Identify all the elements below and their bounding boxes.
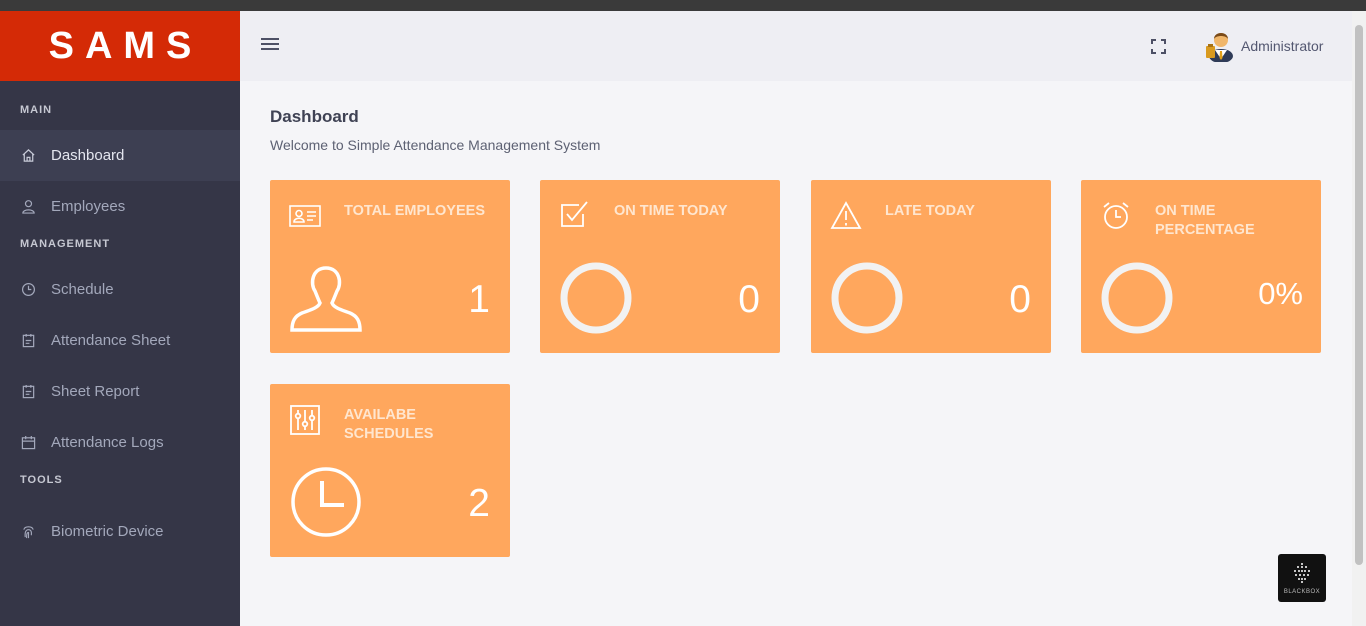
- sidebar-item-label: Attendance Logs: [51, 434, 164, 451]
- menu-toggle-icon[interactable]: [261, 38, 279, 54]
- user-menu[interactable]: Administrator: [1206, 28, 1323, 64]
- section-management: MANAGEMENT: [20, 238, 111, 250]
- app: SAMS MAIN Dashboard Employees MANAGEMENT…: [0, 11, 1352, 626]
- brand-logo[interactable]: SAMS: [0, 11, 240, 81]
- card-value: 1: [468, 278, 490, 321]
- sidebar-item-label: Schedule: [51, 281, 114, 298]
- id-card-icon: [289, 200, 321, 232]
- section-tools: TOOLS: [20, 474, 63, 486]
- sidebar: SAMS MAIN Dashboard Employees MANAGEMENT…: [0, 11, 240, 626]
- clock-icon: [20, 282, 36, 298]
- card-total-employees[interactable]: TOTAL EMPLOYEES 1: [270, 180, 510, 353]
- card-value: 0: [738, 278, 760, 321]
- fingerprint-icon: [20, 524, 36, 540]
- sidebar-item-attendance-sheet[interactable]: Attendance Sheet: [0, 315, 240, 366]
- card-label: TOTAL EMPLOYEES: [344, 203, 485, 219]
- sidebar-item-attendance-logs[interactable]: Attendance Logs: [0, 417, 240, 468]
- sidebar-item-sheet-report[interactable]: Sheet Report: [0, 366, 240, 417]
- sidebar-item-label: Employees: [51, 198, 126, 215]
- card-label: AVAILABE SCHEDULES: [344, 407, 434, 442]
- card-late-today[interactable]: LATE TODAY 0: [811, 180, 1051, 353]
- alarm-clock-icon: [1100, 200, 1132, 232]
- card-value: 2: [468, 482, 490, 525]
- scrollbar-thumb[interactable]: [1355, 25, 1363, 565]
- sidebar-item-label: Attendance Sheet: [51, 332, 171, 349]
- clipboard-icon: [20, 384, 36, 400]
- clock-icon: [288, 464, 364, 540]
- blackbox-widget[interactable]: BLACKBOX: [1278, 554, 1326, 602]
- blackbox-label: BLACKBOX: [1283, 589, 1321, 595]
- sidebar-item-label: Dashboard: [51, 147, 125, 164]
- sidebar-item-label: Biometric Device: [51, 523, 164, 540]
- clipboard-icon: [20, 333, 36, 349]
- person-icon: [288, 260, 364, 336]
- avatar: [1206, 26, 1234, 67]
- user-name: Administrator: [1241, 38, 1324, 54]
- sidebar-item-schedule[interactable]: Schedule: [0, 264, 240, 315]
- ring-icon: [829, 260, 905, 336]
- page-scrollbar[interactable]: [1352, 11, 1366, 626]
- card-label: ON TIME PERCENTAGE: [1155, 203, 1255, 238]
- brand-text: SAMS: [48, 24, 203, 67]
- card-on-time-percentage[interactable]: ON TIME PERCENTAGE 0%: [1081, 180, 1321, 353]
- browser-top-strip: [0, 0, 1366, 11]
- card-on-time-today[interactable]: ON TIME TODAY 0: [540, 180, 780, 353]
- calendar-icon: [20, 435, 36, 451]
- fullscreen-icon[interactable]: [1151, 39, 1166, 54]
- card-label: ON TIME TODAY: [614, 203, 728, 219]
- page-title: Dashboard: [270, 107, 359, 126]
- warning-icon: [830, 200, 862, 232]
- card-label: LATE TODAY: [885, 203, 975, 219]
- page-subtitle: Welcome to Simple Attendance Management …: [270, 137, 601, 153]
- top-header: Administrator: [240, 11, 1352, 81]
- sidebar-item-dashboard[interactable]: Dashboard: [0, 130, 240, 181]
- checkbox-icon: [559, 200, 591, 232]
- home-icon: [20, 148, 36, 164]
- sidebar-item-employees[interactable]: Employees: [0, 181, 240, 232]
- sidebar-item-label: Sheet Report: [51, 383, 140, 400]
- card-value: 0%: [1258, 276, 1303, 311]
- blackbox-logo-icon: [1291, 562, 1313, 589]
- card-available-schedules[interactable]: AVAILABE SCHEDULES 2: [270, 384, 510, 557]
- section-main: MAIN: [20, 104, 53, 116]
- ring-icon: [1099, 260, 1175, 336]
- card-value: 0: [1009, 278, 1031, 321]
- ring-icon: [558, 260, 634, 336]
- sidebar-item-biometric-device[interactable]: Biometric Device: [0, 506, 240, 557]
- sliders-icon: [289, 404, 321, 436]
- user-icon: [20, 199, 36, 215]
